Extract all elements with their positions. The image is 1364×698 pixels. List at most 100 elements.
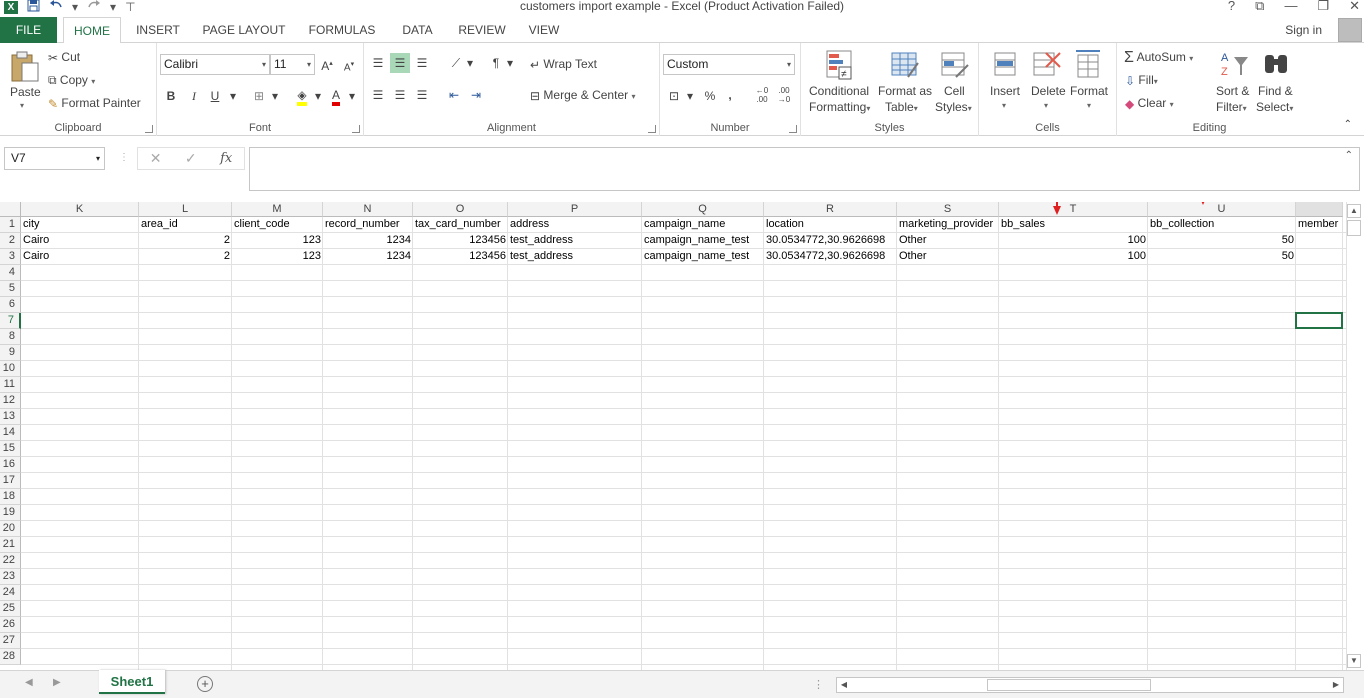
row-header[interactable]: 24 (0, 585, 21, 601)
row-header[interactable]: 9 (0, 345, 21, 361)
row-header[interactable]: 26 (0, 617, 21, 633)
minimize-button[interactable]: — (1284, 0, 1297, 12)
sort-filter-label[interactable]: Sort & (1216, 84, 1249, 98)
format-cells-icon[interactable] (1074, 49, 1104, 81)
conditional-formatting-icon[interactable]: ≠ (825, 49, 855, 81)
tab-review[interactable]: REVIEW (453, 17, 511, 43)
sign-in-link[interactable]: Sign in (1285, 17, 1322, 43)
conditional-formatting-label-2[interactable]: Formatting▾ (809, 100, 870, 114)
table-cell[interactable]: 100 (999, 249, 1148, 265)
sort-filter-label-2[interactable]: Filter▾ (1216, 100, 1247, 114)
row-header[interactable]: 4 (0, 265, 21, 281)
row-header[interactable]: 5 (0, 281, 21, 297)
insert-function-icon[interactable]: fx (220, 151, 232, 166)
bottom-align-icon[interactable]: ☰ (412, 53, 432, 73)
row-header[interactable]: 13 (0, 409, 21, 425)
row-header[interactable]: 8 (0, 329, 21, 345)
row-header[interactable]: 6 (0, 297, 21, 313)
row-header[interactable]: 16 (0, 457, 21, 473)
close-button[interactable]: ✕ (1349, 0, 1360, 12)
scroll-left-icon[interactable]: ◀ (837, 678, 851, 692)
alignment-launcher-icon[interactable] (648, 125, 656, 133)
row-header[interactable]: 1 (0, 217, 21, 233)
fill-button[interactable]: ⇩ Fill▾ (1125, 73, 1158, 88)
shrink-font-button[interactable]: A▾ (339, 55, 359, 75)
increase-indent-icon[interactable]: ⇥ (466, 85, 486, 105)
scroll-down-icon[interactable]: ▼ (1347, 654, 1361, 668)
header-cell[interactable]: record_number (323, 217, 413, 233)
row-header[interactable]: 23 (0, 569, 21, 585)
table-cell[interactable]: test_address (508, 249, 642, 265)
decrease-indent-icon[interactable]: ⇤ (444, 85, 464, 105)
format-as-table-label[interactable]: Format as (878, 84, 932, 98)
row-header[interactable]: 20 (0, 521, 21, 537)
row-header[interactable]: 11 (0, 377, 21, 393)
help-button[interactable]: ? (1228, 0, 1235, 12)
find-select-label-2[interactable]: Select▾ (1256, 100, 1293, 114)
horizontal-scroll-thumb[interactable] (987, 679, 1151, 691)
wrap-text-button[interactable]: ↵ Wrap Text (530, 57, 597, 72)
column-header[interactable]: M (232, 202, 323, 217)
header-cell[interactable]: bb_sales (999, 217, 1148, 233)
decrease-decimal-button[interactable]: .00 →0 (774, 86, 794, 106)
grow-font-button[interactable]: A▴ (317, 54, 337, 74)
scroll-right-icon[interactable]: ▶ (1329, 678, 1343, 692)
column-header[interactable]: S (897, 202, 999, 217)
paste-button[interactable]: Paste (10, 85, 41, 99)
cell-styles-icon[interactable] (940, 49, 970, 81)
column-header[interactable]: N (323, 202, 413, 217)
sheet-tab[interactable]: Sheet1 (99, 670, 165, 694)
table-cell[interactable]: 100 (999, 233, 1148, 249)
header-cell[interactable]: client_code (232, 217, 323, 233)
tab-data[interactable]: DATA (390, 17, 445, 43)
scroll-right-sheet-icon[interactable]: ▶ (53, 677, 61, 688)
clipboard-launcher-icon[interactable] (145, 125, 153, 133)
row-header[interactable]: 21 (0, 537, 21, 553)
cell-styles-label-2[interactable]: Styles▾ (935, 100, 972, 114)
collapse-ribbon-icon[interactable]: ⌃ (1344, 119, 1352, 130)
clear-button[interactable]: ◆ Clear ▾ (1125, 96, 1174, 111)
horizontal-scrollbar[interactable]: ◀ ▶ (836, 677, 1344, 693)
align-center-icon[interactable]: ☰ (390, 85, 410, 105)
top-align-icon[interactable]: ☰ (368, 53, 388, 73)
middle-align-icon[interactable]: ☰ (390, 53, 410, 73)
italic-button[interactable]: I (184, 86, 204, 106)
find-select-icon[interactable] (1262, 49, 1292, 81)
tab-view[interactable]: VIEW (521, 17, 567, 43)
increase-decimal-button[interactable]: ←0.00 (752, 86, 772, 106)
align-left-icon[interactable]: ☰ (368, 85, 388, 105)
table-cell[interactable]: Cairo (21, 233, 139, 249)
row-header[interactable]: 25 (0, 601, 21, 617)
delete-dropdown-icon[interactable]: ▾ (1044, 101, 1048, 110)
column-header[interactable]: T (999, 202, 1148, 217)
delete-cells-button[interactable]: Delete (1031, 84, 1066, 98)
row-header[interactable]: 14 (0, 425, 21, 441)
insert-cells-icon[interactable] (991, 49, 1021, 81)
avatar[interactable] (1338, 18, 1362, 42)
conditional-formatting-label[interactable]: Conditional (809, 84, 869, 98)
format-as-table-icon[interactable] (890, 49, 920, 81)
table-cell[interactable]: 2 (139, 249, 232, 265)
format-cells-button[interactable]: Format (1070, 84, 1108, 98)
format-painter-button[interactable]: ✎ Format Painter (48, 96, 141, 111)
cut-button[interactable]: ✂ Cut (48, 50, 80, 65)
fill-color-dropdown-icon[interactable]: ▾ (308, 86, 328, 106)
font-size-select[interactable]: 11 ▾ (270, 54, 315, 75)
bold-button[interactable]: B (161, 86, 181, 106)
copy-button[interactable]: ⧉ Copy ▾ (48, 73, 95, 88)
autosum-button[interactable]: Σ AutoSum ▾ (1124, 49, 1193, 67)
scroll-left-sheet-icon[interactable]: ◀ (25, 677, 33, 688)
underline-button[interactable]: U (205, 86, 225, 106)
table-cell[interactable]: campaign_name_test (642, 249, 764, 265)
column-header[interactable]: P (508, 202, 642, 217)
align-right-icon[interactable]: ☰ (412, 85, 432, 105)
table-cell[interactable]: 50 (1148, 233, 1296, 249)
accounting-dropdown-icon[interactable]: ▾ (680, 86, 700, 106)
table-cell[interactable]: 123 (232, 233, 323, 249)
comma-style-button[interactable]: , (720, 85, 740, 105)
header-cell[interactable]: member (1296, 217, 1343, 233)
tab-formulas[interactable]: FORMULAS (301, 17, 383, 43)
percent-style-button[interactable]: % (700, 86, 720, 106)
borders-dropdown-icon[interactable]: ▾ (265, 86, 285, 106)
table-cell[interactable]: 50 (1148, 249, 1296, 265)
